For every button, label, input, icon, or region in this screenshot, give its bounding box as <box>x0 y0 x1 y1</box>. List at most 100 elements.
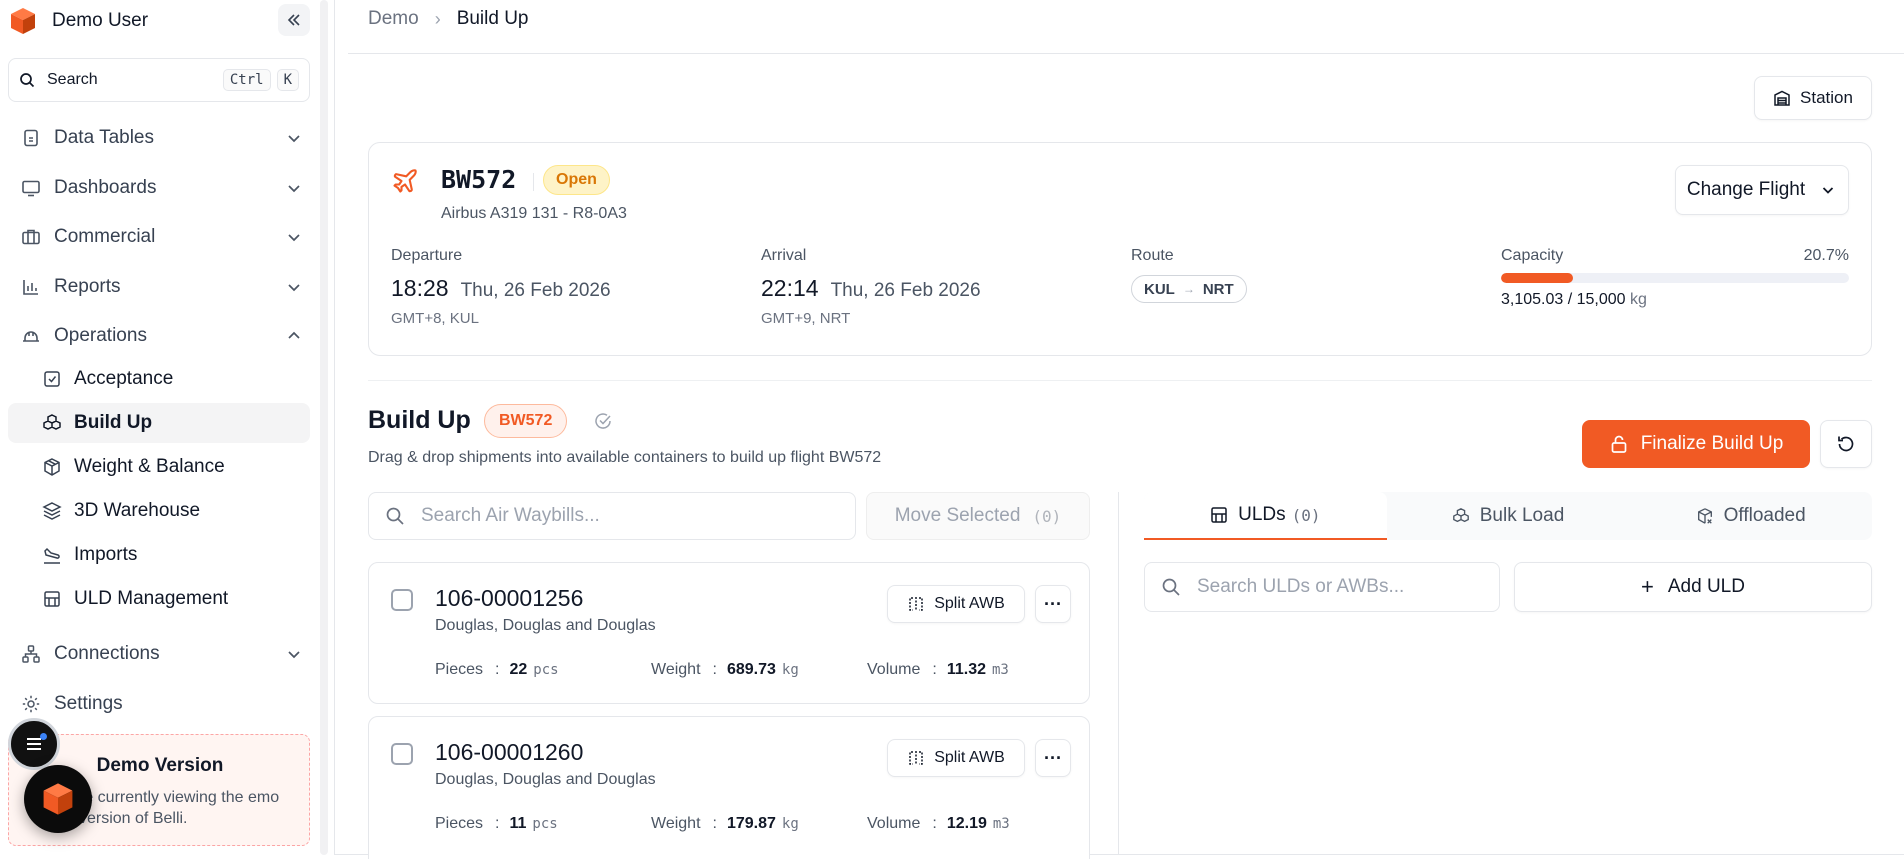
notification-dot <box>40 733 47 740</box>
nav-reports[interactable]: Reports <box>8 267 310 307</box>
breadcrumb-demo[interactable]: Demo <box>368 8 419 30</box>
arrival-date: Thu, 26 Feb 2026 <box>830 280 981 301</box>
belli-logo-icon <box>11 8 35 34</box>
plane-landing-icon <box>42 545 62 565</box>
sidebar: Demo User Search Ctrl K Data Tables Dash… <box>0 0 318 859</box>
bar-chart-icon <box>20 276 42 298</box>
route-label: Route <box>1131 247 1174 264</box>
package-icon <box>42 457 62 477</box>
move-selected-button[interactable]: Move Selected (0) <box>866 492 1090 540</box>
nav-weight-balance-label: Weight & Balance <box>74 456 225 477</box>
collapse-sidebar-button[interactable] <box>278 4 310 36</box>
nav-weight-balance[interactable]: Weight & Balance <box>30 447 310 487</box>
departure-block: Departure 18:28 Thu, 26 Feb 2026 GMT+8, … <box>391 247 611 327</box>
container-icon <box>42 589 62 609</box>
capacity-block: Capacity 20.7% 3,105.03 / 15,000 kg <box>1501 247 1849 309</box>
volume-value: 12.19 <box>946 815 987 832</box>
nav-connections[interactable]: Connections <box>8 634 310 674</box>
more-options-button[interactable]: ··· <box>1035 585 1071 623</box>
check-circle-icon <box>595 413 611 429</box>
weight-unit: kg <box>781 662 799 678</box>
nav-dashboards[interactable]: Dashboards <box>8 168 310 208</box>
monitor-icon <box>20 177 42 199</box>
plane-icon <box>393 169 417 193</box>
more-options-button[interactable]: ··· <box>1035 739 1071 777</box>
weight-unit: kg <box>781 816 799 832</box>
add-uld-button[interactable]: + Add ULD <box>1514 562 1872 612</box>
split-awb-button[interactable]: Split AWB <box>887 739 1025 777</box>
search-icon <box>1162 578 1180 596</box>
belli-assistant-button[interactable] <box>24 765 92 833</box>
departure-time: 18:28 <box>391 275 449 301</box>
weight-label: Weight <box>651 661 701 678</box>
nav-commercial-label: Commercial <box>54 226 156 247</box>
nav-settings[interactable]: Settings <box>8 684 310 724</box>
chevron-down-icon <box>1823 187 1834 194</box>
volume-label: Volume <box>867 661 921 678</box>
user-name[interactable]: Demo User <box>52 10 148 32</box>
split-icon <box>909 751 923 765</box>
awb-checkbox[interactable] <box>391 589 413 611</box>
nav-connections-label: Connections <box>54 643 160 664</box>
arrival-label: Arrival <box>761 247 807 264</box>
tab-ulds[interactable]: ULDs (0) <box>1144 492 1387 540</box>
arrival-block: Arrival 22:14 Thu, 26 Feb 2026 GMT+9, NR… <box>761 247 981 327</box>
change-flight-button[interactable]: Change Flight <box>1675 165 1849 215</box>
pieces-label: Pieces <box>435 661 484 678</box>
chevron-down-icon <box>288 651 300 659</box>
awb-card[interactable]: 106-00001256 Douglas, Douglas and Dougla… <box>368 562 1090 704</box>
nav-uld-management[interactable]: ULD Management <box>30 579 310 619</box>
nav-build-up[interactable]: Build Up <box>8 403 310 443</box>
sidebar-search[interactable]: Search Ctrl K <box>8 58 310 102</box>
split-awb-button[interactable]: Split AWB <box>887 585 1025 623</box>
station-button[interactable]: Station <box>1754 76 1872 120</box>
nav-build-up-label: Build Up <box>74 412 153 433</box>
route-to: NRT <box>1202 280 1234 298</box>
network-icon <box>20 643 42 665</box>
floating-menu-button[interactable] <box>8 718 60 770</box>
sidebar-scrollbar[interactable] <box>320 0 328 855</box>
ellipsis-icon: ··· <box>1044 747 1062 768</box>
awb-card[interactable]: 106-00001260 Douglas, Douglas and Dougla… <box>368 716 1090 859</box>
capacity-label: Capacity <box>1501 247 1564 264</box>
split-awb-label: Split AWB <box>934 749 1005 766</box>
capacity-bar-fill <box>1501 273 1574 283</box>
nav-3d-warehouse[interactable]: 3D Warehouse <box>30 491 310 531</box>
search-icon <box>20 73 35 88</box>
awb-search-input[interactable]: Search Air Waybills... <box>368 492 856 540</box>
route-from: KUL <box>1144 280 1175 298</box>
tab-bulk-load[interactable]: Bulk Load <box>1387 492 1630 540</box>
nav-data-tables[interactable]: Data Tables <box>8 118 310 158</box>
awb-customer: Douglas, Douglas and Douglas <box>435 771 656 788</box>
layers-icon <box>42 501 62 521</box>
chevron-down-icon <box>288 185 300 193</box>
build-up-flight-badge: BW572 <box>484 404 568 438</box>
weight-value: 179.87 <box>726 815 776 832</box>
nav-uld-management-label: ULD Management <box>74 588 229 609</box>
awb-checkbox[interactable] <box>391 743 413 765</box>
warehouse-icon <box>1774 90 1790 106</box>
nav-commercial[interactable]: Commercial <box>8 217 310 257</box>
nav-operations[interactable]: Operations <box>8 316 310 356</box>
nav-acceptance[interactable]: Acceptance <box>30 359 310 399</box>
nav-settings-label: Settings <box>54 693 123 714</box>
capacity-bar <box>1501 273 1849 283</box>
hard-hat-icon <box>20 325 42 347</box>
move-selected-label: Move Selected <box>894 505 1021 526</box>
nav-imports[interactable]: Imports <box>30 535 310 575</box>
pieces-value: 22 <box>509 661 528 678</box>
rotate-ccw-icon <box>1838 436 1854 452</box>
refresh-button[interactable] <box>1820 420 1872 468</box>
tab-offloaded[interactable]: Offloaded <box>1629 492 1872 540</box>
finalize-build-up-button[interactable]: Finalize Build Up <box>1582 420 1810 468</box>
breadcrumb-current: Build Up <box>456 8 529 29</box>
volume-unit: m3 <box>991 662 1009 678</box>
chevron-down-icon <box>288 234 300 242</box>
capacity-value: 3,105.03 / 15,000 kg <box>1501 291 1647 308</box>
flight-number: BW572 <box>441 165 517 194</box>
departure-label: Departure <box>391 247 463 264</box>
chevron-down-icon <box>288 284 300 292</box>
split-awb-label: Split AWB <box>934 595 1005 612</box>
awb-number: 106-00001256 <box>435 585 584 611</box>
uld-search-input[interactable]: Search ULDs or AWBs... <box>1144 562 1500 612</box>
